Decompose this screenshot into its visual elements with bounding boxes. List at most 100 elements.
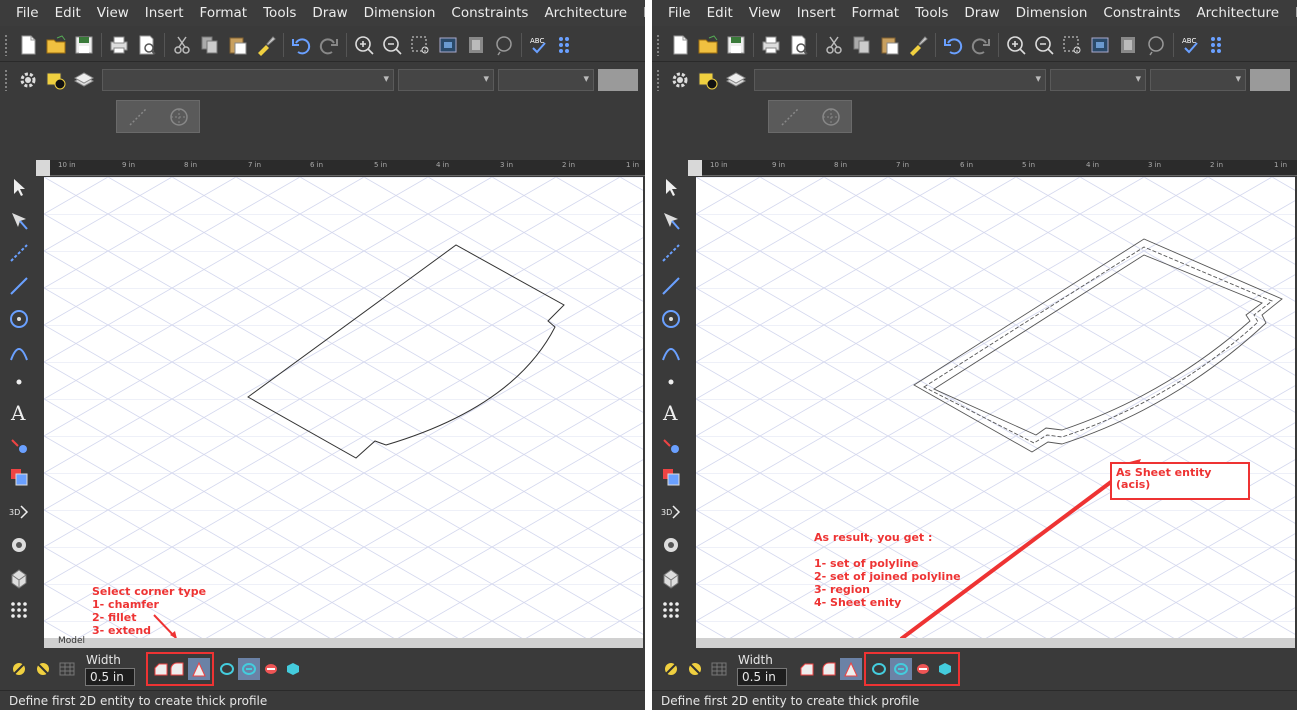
3d-icon[interactable]: 3D xyxy=(656,497,686,527)
box-icon[interactable] xyxy=(4,563,34,593)
layer-manager-icon[interactable] xyxy=(42,66,70,94)
box-icon[interactable] xyxy=(656,563,686,593)
pick-entity-alt-icon[interactable] xyxy=(32,658,54,680)
paste-icon[interactable] xyxy=(876,31,904,59)
region-output-icon[interactable] xyxy=(260,658,282,680)
zoom-in-icon[interactable] xyxy=(1002,31,1030,59)
width-input[interactable]: 0.5 in xyxy=(737,668,787,686)
menu-modify[interactable]: Modify xyxy=(1285,0,1297,26)
point-icon[interactable] xyxy=(4,367,34,397)
toolbar-grip[interactable] xyxy=(656,69,660,91)
zoom-extents-icon[interactable] xyxy=(1086,31,1114,59)
menu-tools[interactable]: Tools xyxy=(253,0,302,26)
select-arrow-icon[interactable] xyxy=(4,172,34,202)
zoom-realtime-icon[interactable] xyxy=(1142,31,1170,59)
3d-icon[interactable]: 3D xyxy=(4,497,34,527)
grid-icon[interactable] xyxy=(1205,31,1233,59)
open-folder-icon[interactable] xyxy=(42,31,70,59)
cut-icon[interactable] xyxy=(168,31,196,59)
extend-corner-icon[interactable] xyxy=(840,658,862,680)
zoom-in-icon[interactable] xyxy=(350,31,378,59)
gear-icon[interactable] xyxy=(666,66,694,94)
pick-entity-alt-icon[interactable] xyxy=(684,658,706,680)
layer-manager-icon[interactable] xyxy=(694,66,722,94)
render-icon[interactable] xyxy=(4,530,34,560)
polyline-output-icon[interactable] xyxy=(216,658,238,680)
polyline-icon[interactable] xyxy=(656,238,686,268)
menu-architecture[interactable]: Architecture xyxy=(534,0,633,26)
grid-dots-icon[interactable] xyxy=(4,595,34,625)
redo-icon[interactable] xyxy=(315,31,343,59)
menu-edit[interactable]: Edit xyxy=(45,0,87,26)
edit-icon[interactable] xyxy=(4,430,34,460)
gear-icon[interactable] xyxy=(14,66,42,94)
new-file-icon[interactable] xyxy=(666,31,694,59)
line-icon[interactable] xyxy=(4,271,34,301)
table-icon[interactable] xyxy=(708,658,730,680)
circle-icon[interactable] xyxy=(4,304,34,334)
menu-constraints[interactable]: Constraints xyxy=(1093,0,1186,26)
arc-icon[interactable] xyxy=(4,337,34,367)
circle-icon[interactable] xyxy=(656,304,686,334)
sheet-output-icon[interactable] xyxy=(282,658,304,680)
menu-format[interactable]: Format xyxy=(190,0,254,26)
zoom-previous-icon[interactable] xyxy=(1114,31,1142,59)
menu-view[interactable]: View xyxy=(87,0,135,26)
layer-combo[interactable] xyxy=(754,69,1046,91)
copy-icon[interactable] xyxy=(848,31,876,59)
fillet-corner-icon[interactable] xyxy=(818,658,840,680)
color-combo[interactable] xyxy=(1050,69,1146,91)
menu-insert[interactable]: Insert xyxy=(787,0,842,26)
print-preview-icon[interactable] xyxy=(785,31,813,59)
menu-file[interactable]: File xyxy=(0,0,45,26)
zoom-realtime-icon[interactable] xyxy=(490,31,518,59)
undo-icon[interactable] xyxy=(287,31,315,59)
save-icon[interactable] xyxy=(722,31,750,59)
print-icon[interactable] xyxy=(105,31,133,59)
text-icon[interactable]: A xyxy=(4,397,34,427)
pick-entity-icon[interactable] xyxy=(660,658,682,680)
point-icon[interactable] xyxy=(656,367,686,397)
grid-icon[interactable] xyxy=(553,31,581,59)
layer-icon[interactable] xyxy=(656,462,686,492)
menu-view[interactable]: View xyxy=(739,0,787,26)
match-properties-icon[interactable] xyxy=(904,31,932,59)
zoom-out-icon[interactable] xyxy=(1030,31,1058,59)
arc-icon[interactable] xyxy=(656,337,686,367)
polyline-icon[interactable] xyxy=(4,238,34,268)
zoom-extents-icon[interactable] xyxy=(434,31,462,59)
menu-tools[interactable]: Tools xyxy=(905,0,954,26)
menu-draw[interactable]: Draw xyxy=(302,0,353,26)
open-folder-icon[interactable] xyxy=(694,31,722,59)
cut-icon[interactable] xyxy=(820,31,848,59)
toolbar-grip[interactable] xyxy=(4,69,8,91)
snap-sphere-icon[interactable] xyxy=(167,105,191,129)
redo-icon[interactable] xyxy=(967,31,995,59)
print-preview-icon[interactable] xyxy=(133,31,161,59)
menu-edit[interactable]: Edit xyxy=(697,0,739,26)
zoom-window-icon[interactable] xyxy=(406,31,434,59)
table-icon[interactable] xyxy=(56,658,78,680)
layer-combo[interactable] xyxy=(102,69,394,91)
layers-stack-icon[interactable] xyxy=(722,66,750,94)
grid-dots-icon[interactable] xyxy=(656,595,686,625)
linetype-combo[interactable] xyxy=(498,69,594,91)
toolbar-grip[interactable] xyxy=(656,33,660,56)
width-input[interactable]: 0.5 in xyxy=(85,668,135,686)
tab-model[interactable]: Model xyxy=(58,636,85,646)
toolbar-grip[interactable] xyxy=(4,33,8,56)
menu-insert[interactable]: Insert xyxy=(135,0,190,26)
pick-point-icon[interactable] xyxy=(4,205,34,235)
drawing-canvas[interactable]: As result, you get : 1- set of polyline … xyxy=(696,177,1295,638)
snap-line-icon[interactable] xyxy=(126,105,150,129)
color-combo[interactable] xyxy=(398,69,494,91)
joined-polyline-output-icon[interactable] xyxy=(238,658,260,680)
undo-icon[interactable] xyxy=(939,31,967,59)
menu-architecture[interactable]: Architecture xyxy=(1186,0,1285,26)
match-properties-icon[interactable] xyxy=(252,31,280,59)
text-icon[interactable]: A xyxy=(656,397,686,427)
layers-stack-icon[interactable] xyxy=(70,66,98,94)
zoom-out-icon[interactable] xyxy=(378,31,406,59)
menu-draw[interactable]: Draw xyxy=(954,0,1005,26)
print-icon[interactable] xyxy=(757,31,785,59)
